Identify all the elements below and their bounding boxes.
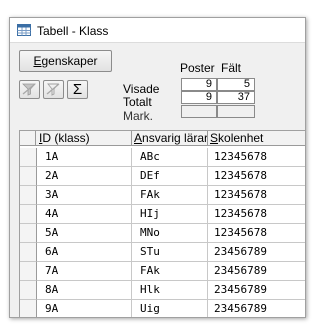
filter-selection-off-icon	[46, 83, 60, 96]
cell-teacher[interactable]: MNo	[132, 224, 208, 243]
column-header-id-label: D (klass)	[42, 131, 90, 145]
cell-school-unit[interactable]: 12345678	[208, 148, 305, 167]
cell-class-id[interactable]: 4A	[37, 205, 132, 224]
cell-school-unit[interactable]: 23456789	[208, 262, 305, 281]
row-selector[interactable]	[20, 205, 37, 224]
row-selector[interactable]	[20, 167, 37, 186]
title-bar[interactable]: Tabell - Klass	[10, 18, 305, 43]
table-icon	[17, 24, 31, 39]
cell-teacher[interactable]: FAk	[132, 262, 208, 281]
shown-posts-value: 9	[181, 78, 217, 91]
shown-fields-value: 5	[217, 78, 255, 91]
cell-class-id[interactable]: 3A	[37, 186, 132, 205]
row-selector[interactable]	[20, 281, 37, 300]
cell-school-unit[interactable]: 12345678	[208, 167, 305, 186]
row-selector[interactable]	[20, 148, 37, 167]
table-row[interactable]: 2A DEf 12345678	[20, 167, 305, 186]
marked-posts-value	[181, 105, 217, 118]
cell-class-id[interactable]: 2A	[37, 167, 132, 186]
filter-off-icon	[22, 83, 36, 96]
table-row[interactable]: 4A HIj 12345678	[20, 205, 305, 224]
cell-school-unit[interactable]: 23456789	[208, 281, 305, 300]
cell-teacher[interactable]: Uig	[132, 300, 208, 317]
cell-class-id[interactable]: 8A	[37, 281, 132, 300]
cell-class-id[interactable]: 7A	[37, 262, 132, 281]
grid-header: ID (klass) Ansvarig lärare Skolenhet	[20, 131, 305, 146]
cell-school-unit[interactable]: 23456789	[208, 300, 305, 317]
table-row[interactable]: 1A ABc 12345678	[20, 148, 305, 167]
column-header-teacher-accel: A	[134, 131, 143, 145]
table-row[interactable]: 8A Hlk 23456789	[20, 281, 305, 300]
cell-teacher[interactable]: HIj	[132, 205, 208, 224]
sum-icon: Σ	[72, 81, 83, 98]
data-grid[interactable]: ID (klass) Ansvarig lärare Skolenhet 1A …	[19, 130, 305, 317]
cell-school-unit[interactable]: 12345678	[208, 205, 305, 224]
cell-teacher[interactable]: STu	[132, 243, 208, 262]
cell-teacher[interactable]: FAk	[132, 186, 208, 205]
cell-teacher[interactable]: DEf	[132, 167, 208, 186]
row-selector[interactable]	[20, 243, 37, 262]
sum-button[interactable]: Σ	[67, 80, 88, 99]
column-header-school-unit-label: kolenhet	[218, 131, 264, 145]
row-selector[interactable]	[20, 224, 37, 243]
column-header-school-unit[interactable]: Skolenhet	[208, 131, 305, 146]
table-window: Tabell - Klass Egenskaper Σ Poster Fält …	[9, 17, 306, 318]
row-selector[interactable]	[20, 300, 37, 317]
table-row[interactable]: 3A FAk 12345678	[20, 186, 305, 205]
table-row[interactable]: 9A Uig 23456789	[20, 300, 305, 317]
cell-teacher[interactable]: ABc	[132, 148, 208, 167]
column-header-id[interactable]: ID (klass)	[37, 131, 132, 146]
marked-fields-value	[217, 105, 255, 118]
properties-label: genskaper	[41, 54, 98, 68]
cell-class-id[interactable]: 5A	[37, 224, 132, 243]
stats-header-posts: Poster	[180, 61, 215, 75]
cell-school-unit[interactable]: 12345678	[208, 186, 305, 205]
filter-selection-off-button[interactable]	[43, 80, 64, 99]
stats-label-shown: Visade	[123, 82, 160, 96]
cell-teacher[interactable]: Hlk	[132, 281, 208, 300]
table-row[interactable]: 6A STu 23456789	[20, 243, 305, 262]
stats-header-fields: Fält	[221, 61, 242, 75]
cell-class-id[interactable]: 6A	[37, 243, 132, 262]
column-header-teacher-label: nsvarig lärare	[142, 131, 208, 145]
column-header-teacher[interactable]: Ansvarig lärare	[132, 131, 208, 146]
cell-school-unit[interactable]: 23456789	[208, 243, 305, 262]
row-selector[interactable]	[20, 262, 37, 281]
row-selector-header[interactable]	[20, 131, 36, 146]
cell-class-id[interactable]: 9A	[37, 300, 132, 317]
table-row[interactable]: 5A MNo 12345678	[20, 224, 305, 243]
window-title: Tabell - Klass	[37, 24, 109, 38]
stats-label-marked: Mark.	[123, 109, 153, 123]
row-selector[interactable]	[20, 186, 37, 205]
cell-school-unit[interactable]: 12345678	[208, 224, 305, 243]
table-row[interactable]: 7A FAk 23456789	[20, 262, 305, 281]
total-posts-value: 9	[181, 91, 217, 104]
total-fields-value: 37	[217, 91, 255, 104]
toolbar: Egenskaper Σ Poster Fält Visade Totalt M…	[10, 44, 305, 126]
filter-off-button[interactable]	[19, 80, 40, 99]
stats-label-total: Totalt	[123, 95, 152, 109]
column-header-school-unit-accel: S	[210, 131, 219, 145]
cell-class-id[interactable]: 1A	[37, 148, 132, 167]
properties-button[interactable]: Egenskaper	[19, 50, 112, 72]
